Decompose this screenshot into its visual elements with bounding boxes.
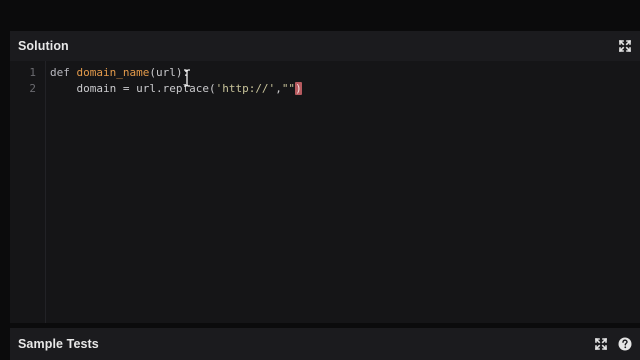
function-name: domain_name <box>76 66 150 79</box>
comma: , <box>275 82 282 95</box>
solution-header-icons <box>618 39 632 53</box>
string-literal-2: "" <box>281 82 296 95</box>
line-number: 2 <box>29 82 36 95</box>
sample-tests-title: Sample Tests <box>18 337 99 351</box>
code-statement: domain = url.replace( <box>76 82 216 95</box>
solution-panel-title: Solution <box>18 39 69 53</box>
keyword-def: def <box>50 66 77 79</box>
line-number-gutter: 1 2 <box>10 61 46 323</box>
sample-tests-panel-header: Sample Tests <box>10 328 640 360</box>
line-number: 1 <box>29 66 36 79</box>
matched-bracket-highlight: ) <box>295 82 302 95</box>
expand-icon[interactable] <box>618 39 632 53</box>
code-line-2: domain = url.replace('http://',"") <box>50 81 302 97</box>
help-icon[interactable] <box>618 337 632 351</box>
expand-icon[interactable] <box>594 337 608 351</box>
code-editor[interactable]: 1 2 def domain_name(url): domain = url.r… <box>10 61 640 323</box>
tests-header-icons <box>594 337 632 351</box>
string-literal-1: 'http://' <box>215 82 276 95</box>
text-cursor-icon <box>184 69 190 87</box>
code-text-area[interactable]: def domain_name(url): domain = url.repla… <box>46 61 640 323</box>
app-frame: Solution 1 2 def domain_name(url): domai… <box>0 0 640 360</box>
code-line-1: def domain_name(url): <box>50 65 189 81</box>
solution-panel-header: Solution <box>10 31 640 61</box>
